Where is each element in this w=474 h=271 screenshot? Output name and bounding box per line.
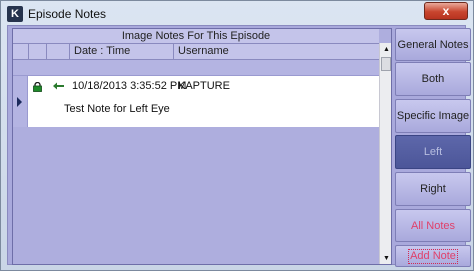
grid-blank-row	[13, 60, 379, 76]
right-eye-button[interactable]: Right	[395, 172, 471, 206]
scroll-thumb[interactable]	[381, 57, 391, 71]
general-notes-button[interactable]: General Notes	[395, 28, 471, 61]
column-separator	[173, 44, 174, 59]
table-row[interactable]: 10/18/2013 3:35:52 PM KAPTURE Test Note …	[13, 76, 379, 127]
left-eye-button[interactable]: Left	[395, 135, 471, 169]
title-bar: K Episode Notes x	[1, 1, 473, 26]
add-note-button[interactable]: Add Note	[395, 245, 471, 267]
grid-header: Date : Time Username	[13, 44, 379, 60]
specific-image-button[interactable]: Specific Image	[395, 99, 471, 133]
grid-caption: Image Notes For This Episode	[13, 29, 379, 44]
all-notes-button[interactable]: All Notes	[395, 209, 471, 242]
current-row-arrow-icon	[17, 97, 22, 107]
note-date-time: 10/18/2013 3:35:52 PM	[72, 80, 187, 92]
column-separator	[46, 44, 47, 59]
both-button[interactable]: Both	[395, 62, 471, 96]
arrow-left-icon	[53, 82, 64, 90]
column-separator	[28, 44, 29, 59]
column-header-date-time[interactable]: Date : Time	[74, 45, 130, 57]
add-note-label: Add Note	[408, 248, 458, 264]
column-separator	[69, 44, 70, 59]
note-username: KAPTURE	[178, 80, 230, 92]
window-title: Episode Notes	[28, 7, 107, 21]
vertical-scrollbar[interactable]: ▲ ▼	[379, 43, 391, 264]
note-text: Test Note for Left Eye	[64, 103, 170, 115]
scroll-up-icon[interactable]: ▲	[381, 44, 391, 55]
lock-icon	[33, 82, 42, 92]
app-icon: K	[7, 6, 23, 22]
scroll-down-icon[interactable]: ▼	[381, 253, 391, 264]
row-selector[interactable]	[13, 76, 28, 127]
notes-grid: Image Notes For This Episode Date : Time…	[12, 28, 392, 265]
close-button[interactable]: x	[424, 2, 468, 20]
column-header-username[interactable]: Username	[178, 45, 229, 57]
